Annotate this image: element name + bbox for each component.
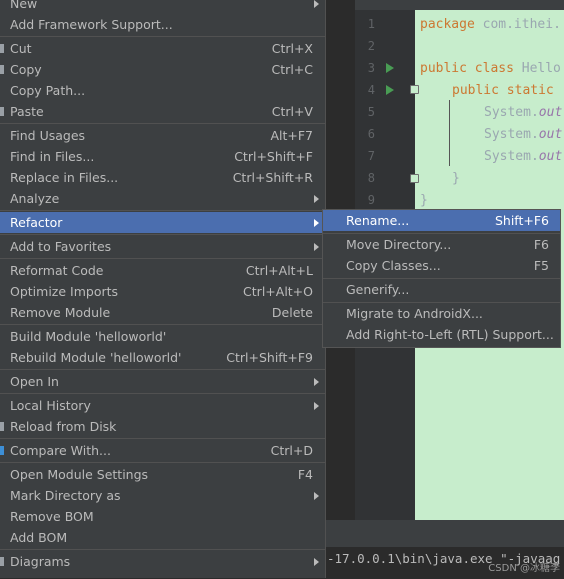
menu-item-optimize-imports[interactable]: Optimize Imports Ctrl+Alt+O	[0, 281, 325, 302]
menu-item-remove-bom[interactable]: Remove BOM	[0, 506, 325, 527]
submenu-arrow-icon	[314, 0, 319, 8]
line-number: 3	[367, 61, 375, 75]
submenu-arrow-icon	[314, 219, 319, 227]
submenu-arrow-icon	[314, 492, 319, 500]
menu-item-analyze[interactable]: Analyze	[0, 188, 325, 209]
submenu-item-add-rtl-support[interactable]: Add Right-to-Left (RTL) Support...	[323, 324, 560, 345]
menu-item-reload-from-disk[interactable]: Reload from Disk	[0, 416, 325, 437]
menu-item-local-history[interactable]: Local History	[0, 395, 325, 416]
run-console-toolbar	[325, 520, 564, 547]
menu-item-open-in[interactable]: Open In	[0, 371, 325, 392]
menu-item-paste[interactable]: Paste Ctrl+V	[0, 101, 325, 122]
cut-icon	[0, 44, 4, 53]
submenu-arrow-icon	[314, 378, 319, 386]
line-number: 9	[367, 193, 375, 207]
menu-separator	[0, 324, 325, 325]
code-line-3: public class Hello	[420, 61, 561, 76]
code-line-7: System.out	[484, 149, 563, 164]
menu-item-reformat-code[interactable]: Reformat Code Ctrl+Alt+L	[0, 260, 325, 281]
line-number: 1	[367, 17, 375, 31]
menu-item-find-in-files[interactable]: Find in Files... Ctrl+Shift+F	[0, 146, 325, 167]
code-line-9: }	[420, 193, 428, 208]
submenu-arrow-icon	[314, 558, 319, 566]
menu-item-diagrams[interactable]: Diagrams	[0, 551, 325, 572]
submenu-arrow-icon	[314, 195, 319, 203]
project-context-menu: New Add Framework Support... Cut Ctrl+X …	[0, 0, 326, 578]
line-number: 2	[367, 39, 375, 53]
refactor-submenu: Rename... Shift+F6 Move Directory... F6 …	[322, 209, 561, 348]
submenu-arrow-icon	[314, 402, 319, 410]
menu-item-copy[interactable]: Copy Ctrl+C	[0, 59, 325, 80]
menu-item-rebuild-module[interactable]: Rebuild Module 'helloworld' Ctrl+Shift+F…	[0, 347, 325, 368]
line-number: 5	[367, 105, 375, 119]
code-line-6: System.out	[484, 127, 563, 142]
menu-separator	[0, 369, 325, 370]
menu-item-refactor[interactable]: Refactor	[0, 212, 325, 233]
submenu-item-move-directory[interactable]: Move Directory... F6	[323, 234, 560, 255]
fold-marker-icon[interactable]	[410, 85, 419, 94]
menu-item-add-to-favorites[interactable]: Add to Favorites	[0, 236, 325, 257]
line-number: 7	[367, 149, 375, 163]
menu-separator	[0, 234, 325, 235]
menu-separator	[0, 393, 325, 394]
menu-separator	[0, 549, 325, 550]
paste-icon	[0, 107, 4, 116]
menu-item-replace-in-files[interactable]: Replace in Files... Ctrl+Shift+R	[0, 167, 325, 188]
submenu-item-copy-classes[interactable]: Copy Classes... F5	[323, 255, 560, 276]
code-line-8: }	[452, 171, 460, 186]
menu-item-build-module[interactable]: Build Module 'helloworld'	[0, 326, 325, 347]
menu-item-add-framework-support[interactable]: Add Framework Support...	[0, 14, 325, 35]
menu-item-find-usages[interactable]: Find Usages Alt+F7	[0, 125, 325, 146]
submenu-arrow-icon	[314, 243, 319, 251]
line-number: 8	[367, 171, 375, 185]
menu-item-mark-directory-as[interactable]: Mark Directory as	[0, 485, 325, 506]
watermark: CSDN @冰糖李	[488, 563, 560, 574]
run-class-icon[interactable]	[386, 63, 394, 73]
copy-icon	[0, 65, 4, 74]
menu-separator	[0, 36, 325, 37]
line-number: 6	[367, 127, 375, 141]
menu-item-compare-with[interactable]: Compare With... Ctrl+D	[0, 440, 325, 461]
code-line-1: package com.ithei.	[420, 17, 561, 32]
fold-marker-icon[interactable]	[410, 174, 419, 183]
menu-separator	[0, 462, 325, 463]
submenu-item-migrate-androidx[interactable]: Migrate to AndroidX...	[323, 303, 560, 324]
menu-item-add-bom[interactable]: Add BOM	[0, 527, 325, 548]
menu-item-new[interactable]: New	[0, 0, 325, 14]
menu-separator	[0, 123, 325, 124]
code-line-5: System.out	[484, 105, 563, 120]
diagram-icon	[0, 557, 4, 566]
run-main-icon[interactable]	[386, 85, 394, 95]
reload-icon	[0, 422, 4, 431]
menu-item-copy-path[interactable]: Copy Path...	[0, 80, 325, 101]
submenu-item-generify[interactable]: Generify...	[323, 279, 560, 300]
menu-separator	[0, 438, 325, 439]
line-number: 4	[367, 83, 375, 97]
code-line-4: public static	[452, 83, 554, 98]
menu-separator	[0, 210, 325, 211]
indent-guide	[449, 100, 450, 166]
menu-item-open-module-settings[interactable]: Open Module Settings F4	[0, 464, 325, 485]
menu-item-cut[interactable]: Cut Ctrl+X	[0, 38, 325, 59]
menu-item-remove-module[interactable]: Remove Module Delete	[0, 302, 325, 323]
menu-separator	[0, 258, 325, 259]
submenu-item-rename[interactable]: Rename... Shift+F6	[323, 210, 560, 231]
compare-icon	[0, 446, 4, 455]
